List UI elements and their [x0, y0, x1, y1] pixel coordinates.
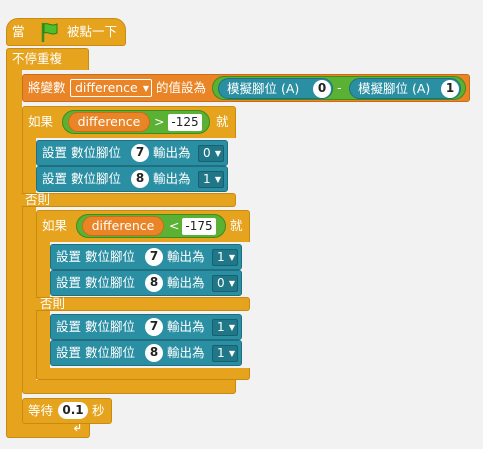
difference-reporter-1[interactable]: difference — [68, 112, 150, 132]
else-bar-2 — [36, 297, 250, 311]
dropdown-arrow-icon: ▼ — [228, 279, 235, 288]
wait-label: 等待 — [28, 403, 54, 418]
output-label: 輸出為 — [167, 275, 205, 290]
set-var-prefix: 將變數 — [28, 80, 66, 95]
else-label-1: 否則 — [25, 192, 51, 207]
dropdown-arrow-icon: ▼ — [228, 253, 235, 262]
if-label-2: 如果 — [42, 218, 68, 233]
output-label: 輸出為 — [167, 249, 205, 264]
digital-pin-input[interactable]: 8 — [145, 274, 163, 292]
output-label: 輸出為 — [167, 345, 205, 360]
dropdown-arrow-icon: ▼ — [142, 84, 149, 93]
dropdown-arrow-icon: ▼ — [228, 349, 235, 358]
forever-block-arm — [6, 68, 22, 424]
set-digital-label: 設置 數位腳位 — [56, 275, 135, 290]
digital-pin-input[interactable]: 7 — [145, 318, 163, 336]
set-var-suffix: 的值設為 — [156, 80, 207, 95]
set-digital-label: 設置 數位腳位 — [42, 145, 121, 160]
difference-reporter-2[interactable]: difference — [82, 216, 164, 236]
set-digital-label: 設置 數位腳位 — [56, 249, 135, 264]
green-flag-icon — [41, 23, 58, 42]
dropdown-arrow-icon: ▼ — [228, 323, 235, 332]
output-label: 輸出為 — [153, 171, 191, 186]
pin-input-a1[interactable]: 1 — [441, 80, 459, 98]
else-bar-1 — [22, 193, 236, 207]
analog-read-a0[interactable]: 模擬腳位 (A) 0 — [218, 78, 333, 99]
then-label-2: 就 — [230, 218, 243, 233]
seconds-label: 秒 — [92, 403, 105, 418]
compare-value-2[interactable]: -175 — [182, 218, 216, 235]
when-label: 當 — [12, 24, 25, 39]
output-label: 輸出為 — [167, 319, 205, 334]
digital-pin-input[interactable]: 8 — [131, 170, 149, 188]
digital-pin-input[interactable]: 7 — [131, 144, 149, 162]
then-label-1: 就 — [216, 114, 229, 129]
output-label: 輸出為 — [153, 145, 191, 160]
digital-pin-input[interactable]: 7 — [145, 248, 163, 266]
dropdown-arrow-icon: ▼ — [214, 175, 221, 184]
digital-pin-input[interactable]: 8 — [145, 344, 163, 362]
output-value-dropdown[interactable]: 0 ▼ — [212, 275, 238, 292]
if-label-1: 如果 — [28, 114, 54, 129]
compare-value-1[interactable]: -125 — [168, 114, 202, 131]
output-value-dropdown[interactable]: 0 ▼ — [198, 145, 224, 162]
if-else-block-1-bottom — [22, 380, 236, 394]
output-value-dropdown[interactable]: 1 ▼ — [198, 171, 224, 188]
output-value-dropdown[interactable]: 1 ▼ — [212, 345, 238, 362]
dropdown-arrow-icon: ▼ — [214, 149, 221, 158]
gt-sign: > — [154, 114, 165, 129]
output-value-dropdown[interactable]: 1 ▼ — [212, 319, 238, 336]
analog-read-a1[interactable]: 模擬腳位 (A) 1 — [349, 78, 461, 99]
set-digital-label: 設置 數位腳位 — [42, 171, 121, 186]
clicked-label: 被點一下 — [67, 24, 118, 39]
variable-dropdown[interactable]: difference ▼ — [70, 79, 152, 97]
wait-seconds-input[interactable]: 0.1 — [58, 402, 88, 419]
minus-sign: - — [337, 80, 342, 95]
output-value-dropdown[interactable]: 1 ▼ — [212, 249, 238, 266]
set-digital-label: 設置 數位腳位 — [56, 319, 135, 334]
pin-input-a0[interactable]: 0 — [313, 80, 331, 98]
if-else-block-2-bottom — [36, 368, 250, 380]
if-else-block-1-arm — [22, 137, 36, 390]
lt-sign: < — [169, 218, 180, 233]
forever-label: 不停重複 — [12, 51, 63, 66]
else-label-2: 否則 — [40, 296, 66, 311]
set-digital-label: 設置 數位腳位 — [56, 345, 135, 360]
